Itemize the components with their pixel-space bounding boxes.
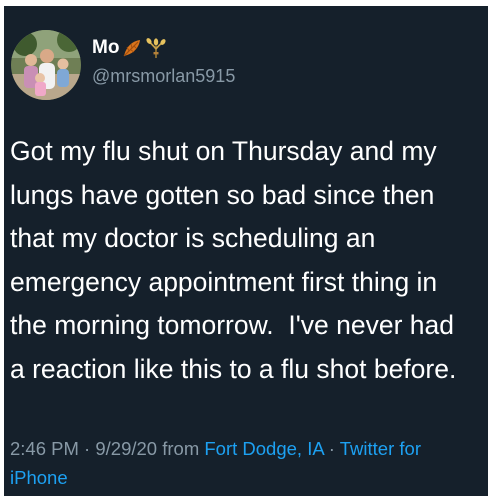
tweet-metadata: 2:46 PM · 9/29/20 from Fort Dodge, IA · … [10, 434, 486, 463]
client-link-continued[interactable]: iPhone [10, 463, 68, 492]
tweet-time[interactable]: 2:46 PM [10, 438, 79, 459]
tweet-text-line: that my doctor is scheduling an [10, 223, 376, 253]
display-name-row[interactable]: Mo [92, 36, 167, 60]
sheaf-of-rice-icon [145, 37, 167, 59]
avatar[interactable] [11, 30, 81, 100]
screenshot-frame: Mo @mrsmorlan5915 Got my flu shut on Thu… [0, 0, 488, 500]
tweet-text-line: Got my flu shut on Thursday and my [10, 136, 437, 166]
tweet-text: Got my flu shut on Thursday and my lungs … [10, 130, 486, 391]
user-handle[interactable]: @mrsmorlan5915 [92, 66, 235, 87]
client-link[interactable]: Twitter for [340, 438, 421, 459]
location-link[interactable]: Fort Dodge, IA [204, 438, 323, 459]
tweet-text-line: a reaction like this to a flu shot befor… [10, 353, 457, 384]
fallen-leaf-icon [121, 37, 143, 59]
tweet-text-line: lungs have gotten so bad since then [10, 179, 435, 210]
meta-separator-2: · [323, 438, 340, 459]
tweet-text-line: the morning tomorrow. I've never had [10, 310, 455, 340]
tweet-text-line: emergency appointment first thing in [10, 266, 438, 297]
meta-separator: · [78, 438, 96, 459]
tweet-card: Mo @mrsmorlan5915 Got my flu shut on Thu… [4, 6, 488, 496]
tweet-date[interactable]: 9/29/20 [95, 438, 157, 459]
display-name[interactable]: Mo [92, 37, 119, 59]
meta-from: from [157, 438, 205, 459]
